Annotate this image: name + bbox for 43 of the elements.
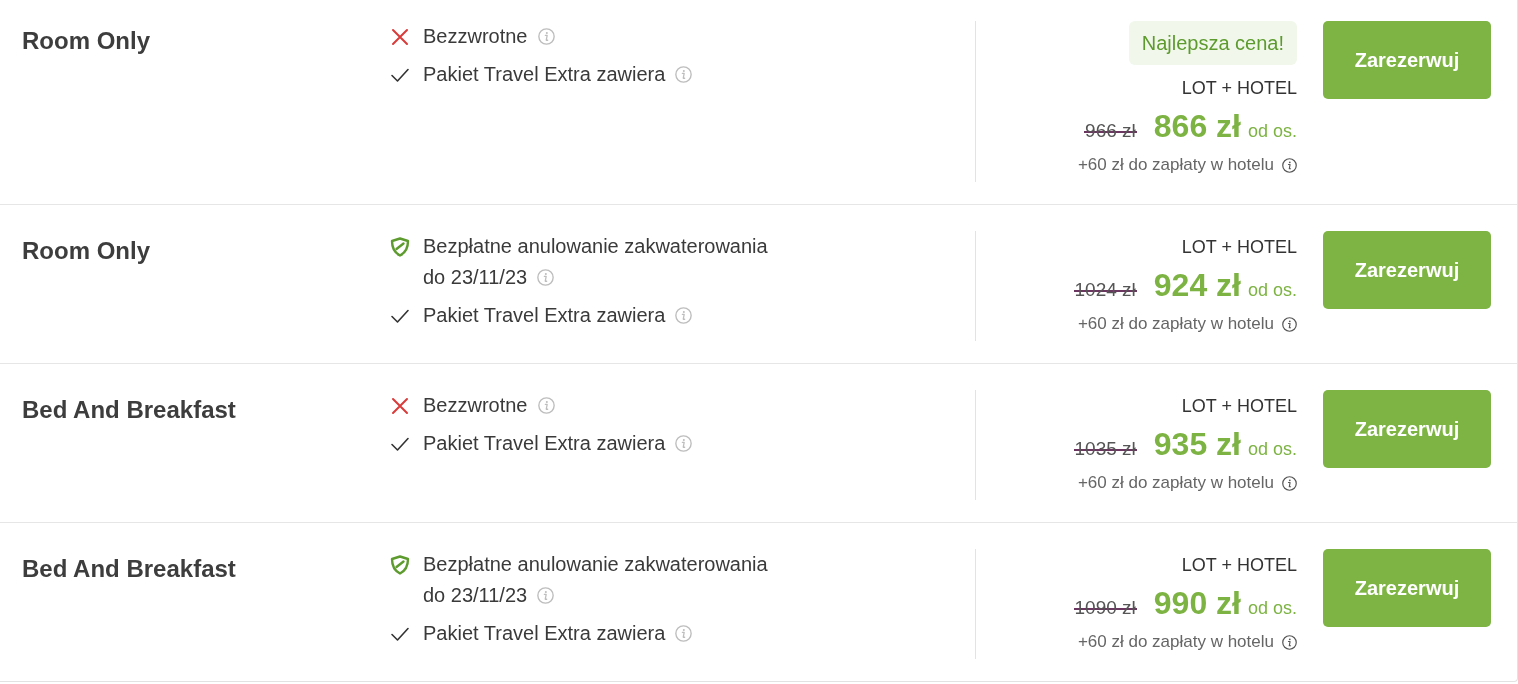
- feature-text: Bezpłatne anulowanie zakwaterowania: [423, 552, 768, 577]
- best-price-badge: Najlepsza cena!: [1128, 21, 1297, 65]
- cross-icon: [390, 396, 410, 416]
- shield-check-icon: [390, 555, 410, 575]
- board-type-title: Bed And Breakfast: [22, 395, 236, 425]
- price: 935 zł: [1153, 425, 1241, 464]
- feature-text: Pakiet Travel Extra zawiera: [423, 431, 666, 456]
- price-unit: od os.: [1247, 597, 1297, 620]
- book-button[interactable]: Zarezerwuj: [1323, 390, 1491, 468]
- info-icon[interactable]: [1282, 475, 1297, 491]
- feature-text: Bezzwrotne: [423, 24, 528, 49]
- book-button[interactable]: Zarezerwuj: [1323, 21, 1491, 99]
- feature-text: Pakiet Travel Extra zawiera: [423, 621, 666, 646]
- book-button[interactable]: Zarezerwuj: [1323, 549, 1491, 627]
- deadline-text: do 23/11/23: [423, 265, 528, 290]
- hotel-fee-text: +60 zł do zapłaty w hotelu: [1077, 155, 1274, 175]
- cross-icon: [390, 27, 410, 47]
- shield-check-icon: [390, 237, 410, 257]
- feature-text: Bezzwrotne: [423, 393, 528, 418]
- hotel-fee-text: +60 zł do zapłaty w hotelu: [1077, 473, 1274, 493]
- board-type-title: Bed And Breakfast: [22, 554, 236, 584]
- price: 990 zł: [1153, 584, 1241, 623]
- board-type-title: Room Only: [22, 236, 150, 266]
- hotel-fee-text: +60 zł do zapłaty w hotelu: [1077, 314, 1274, 334]
- info-icon[interactable]: [1282, 157, 1297, 173]
- price-unit: od os.: [1247, 120, 1297, 143]
- info-icon[interactable]: [1282, 316, 1297, 332]
- info-icon[interactable]: [1282, 634, 1297, 650]
- deadline-text: do 23/11/23: [423, 583, 528, 608]
- package-label: LOT + HOTEL: [1181, 395, 1297, 418]
- package-label: LOT + HOTEL: [1181, 236, 1297, 259]
- book-button[interactable]: Zarezerwuj: [1323, 231, 1491, 309]
- price-unit: od os.: [1247, 438, 1297, 461]
- feature-text: Pakiet Travel Extra zawiera: [423, 303, 666, 328]
- price: 924 zł: [1153, 266, 1241, 305]
- hotel-fee-text: +60 zł do zapłaty w hotelu: [1077, 632, 1274, 652]
- feature-text: Bezpłatne anulowanie zakwaterowania: [423, 234, 768, 259]
- price: 866 zł: [1153, 107, 1241, 146]
- board-type-title: Room Only: [22, 26, 150, 56]
- price-unit: od os.: [1247, 279, 1297, 302]
- package-label: LOT + HOTEL: [1181, 554, 1297, 577]
- feature-text: Pakiet Travel Extra zawiera: [423, 62, 666, 87]
- package-label: LOT + HOTEL: [1181, 77, 1297, 100]
